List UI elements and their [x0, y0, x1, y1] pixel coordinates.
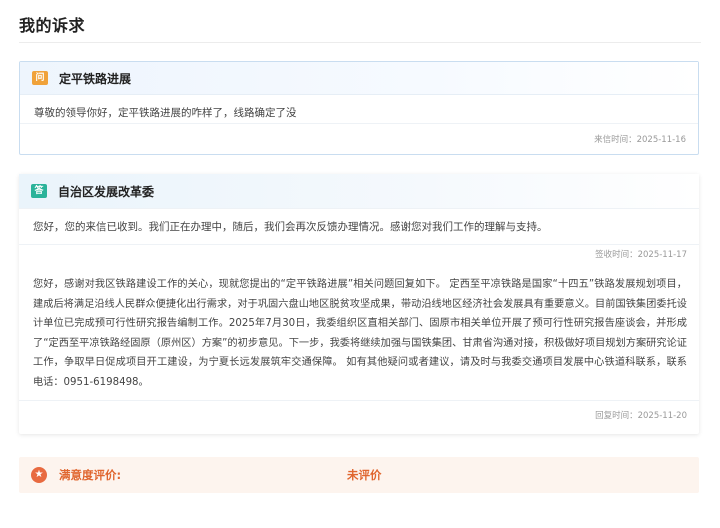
satisfaction-bar[interactable]: ★ 满意度评价: 未评价 — [19, 457, 699, 493]
page: 我的诉求 问 定平铁路进展 尊敬的领导你好，定平铁路进展的咋样了，线路确定了没 … — [0, 0, 720, 528]
answer-department: 自治区发展改革委 — [58, 184, 155, 199]
star-icon: ★ — [31, 467, 47, 483]
satisfaction-value[interactable]: 未评价 — [347, 467, 382, 483]
title-divider — [19, 42, 701, 43]
answer-badge: 答 — [31, 184, 47, 198]
satisfaction-label: 满意度评价: — [59, 468, 122, 482]
answer-brief: 您好，您的来信已收到。我们正在办理中，随后，我们会再次反馈办理情况。感谢您对我们… — [33, 221, 548, 233]
question-content: 尊敬的领导你好，定平铁路进展的咋样了，线路确定了没 — [20, 95, 698, 124]
question-header: 问 定平铁路进展 — [20, 62, 698, 95]
question-badge: 问 — [32, 71, 48, 85]
reply-time: 回复时间：2025-11-20 — [595, 411, 687, 421]
page-title: 我的诉求 — [19, 16, 86, 35]
question-time: 来信时间：2025-11-16 — [594, 135, 686, 145]
answer-header: 答 自治区发展改革委 — [19, 174, 699, 209]
answer-body: 您好，感谢对我区铁路建设工作的关心，现就您提出的“定平铁路进展”相关问题回复如下… — [19, 265, 699, 401]
question-card: 问 定平铁路进展 尊敬的领导你好，定平铁路进展的咋样了，线路确定了没 来信时间：… — [19, 61, 699, 155]
sign-time: 签收时间：2025-11-17 — [19, 244, 699, 265]
answer-card: 答 自治区发展改革委 您好，您的来信已收到。我们正在办理中，随后，我们会再次反馈… — [19, 174, 699, 434]
question-title: 定平铁路进展 — [59, 71, 132, 86]
